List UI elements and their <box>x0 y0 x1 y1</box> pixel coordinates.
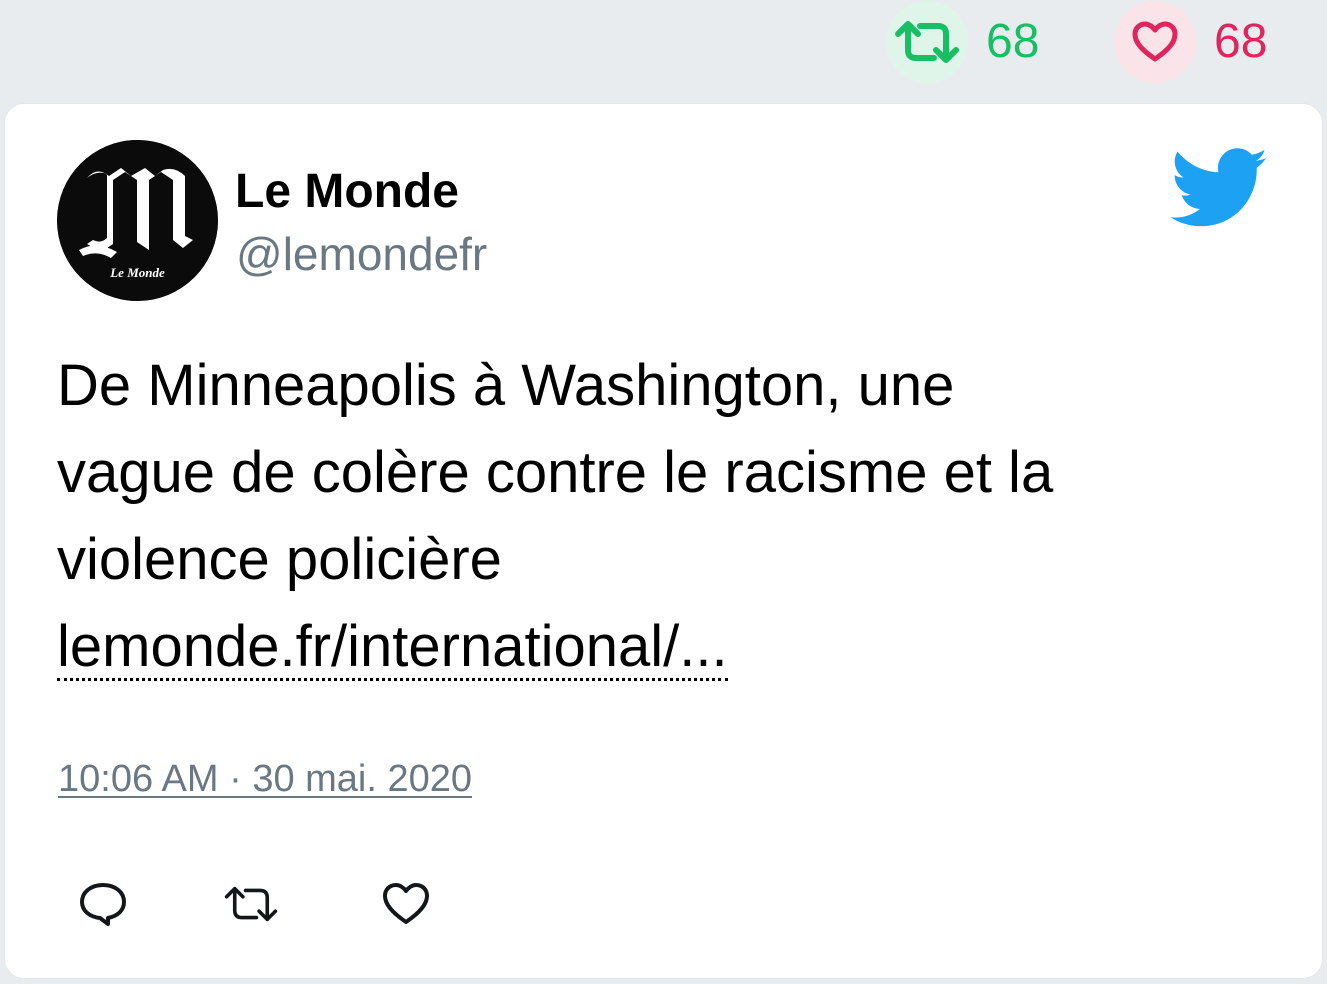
heart-icon[interactable] <box>1114 1 1196 83</box>
tweet-text-line: violence policière <box>57 527 502 592</box>
tweet-text-line: De Minneapolis à Washington, une <box>57 353 955 418</box>
tweet-card: Le Monde Le Monde @lemondefr De Minneapo… <box>4 103 1323 979</box>
tweet-body: De Minneapolis à Washington, une vague d… <box>57 342 1257 690</box>
tweet-timestamp[interactable]: 10:06 AM · 30 mai. 2020 <box>58 760 472 798</box>
retweet-count: 68 <box>986 15 1040 68</box>
twitter-bird-icon[interactable] <box>1170 148 1269 228</box>
engagement-summary: 68 68 <box>0 0 1327 100</box>
like-count: 68 <box>1214 15 1268 68</box>
retweet-stat[interactable]: 68 <box>886 0 1039 84</box>
like-stat[interactable]: 68 <box>1114 0 1267 84</box>
retweet-icon[interactable] <box>223 876 279 932</box>
author-name[interactable]: Le Monde <box>235 168 459 216</box>
retweet-icon[interactable] <box>886 1 968 83</box>
tweet-text-line: vague de colère contre le racisme et la <box>57 440 1054 505</box>
author-handle[interactable]: @lemondefr <box>236 231 487 277</box>
svg-text:Le Monde: Le Monde <box>109 265 165 280</box>
le-monde-logo: Le Monde <box>57 140 218 301</box>
tweet-link[interactable]: lemonde.fr/international/... <box>57 618 728 681</box>
author-avatar[interactable]: Le Monde <box>57 140 218 301</box>
heart-icon[interactable] <box>378 876 434 932</box>
reply-icon[interactable] <box>75 876 131 932</box>
